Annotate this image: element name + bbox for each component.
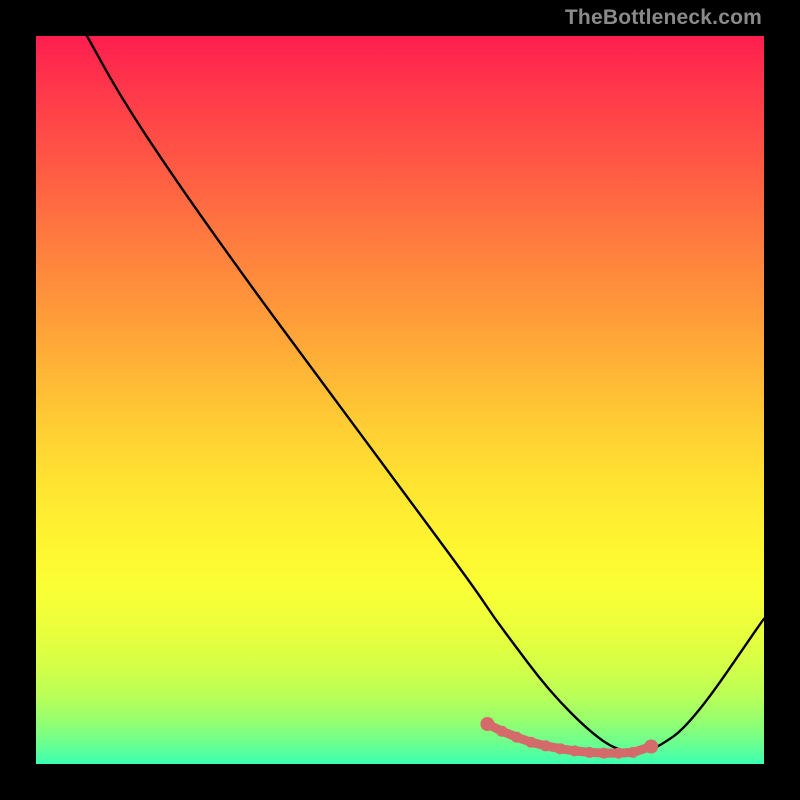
bottleneck-curve [87, 36, 764, 752]
highlight-markers [480, 717, 658, 759]
watermark-text: TheBottleneck.com [565, 6, 762, 30]
marker-dot [613, 748, 624, 759]
curve-layer [36, 36, 764, 764]
marker-dot [496, 726, 507, 737]
marker-dot [598, 748, 609, 759]
chart-frame: TheBottleneck.com [0, 0, 800, 800]
marker-dot [628, 747, 639, 758]
marker-dot [480, 717, 494, 731]
marker-dot [555, 743, 566, 754]
plot-area [36, 36, 764, 764]
marker-dot [540, 740, 551, 751]
marker-dot [526, 737, 537, 748]
marker-dot [511, 732, 522, 743]
marker-dot [569, 745, 580, 756]
marker-dot [644, 740, 658, 754]
marker-dot [584, 747, 595, 758]
